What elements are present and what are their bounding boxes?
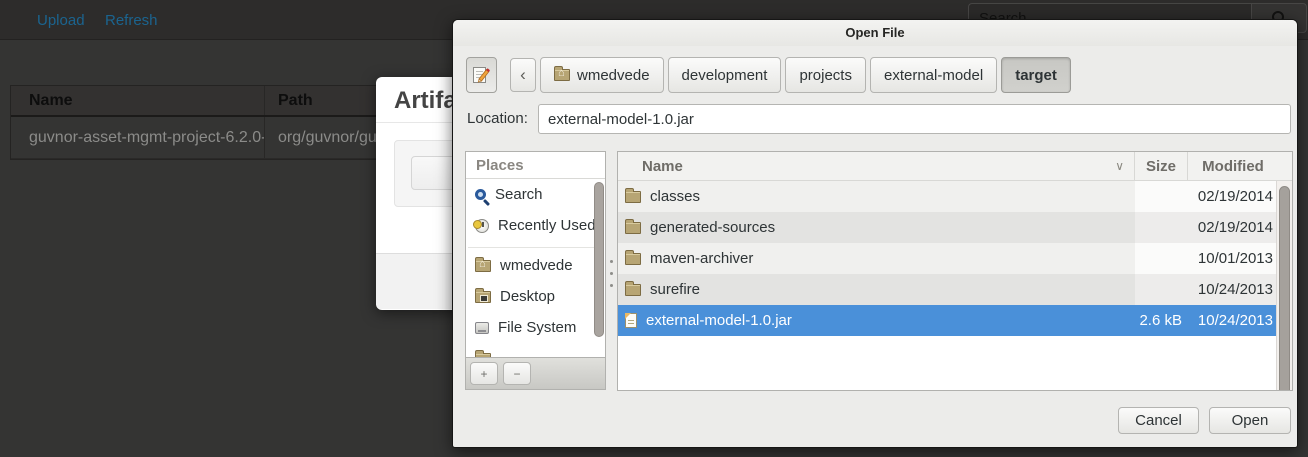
column-header-name[interactable]: Name bbox=[11, 86, 265, 115]
breadcrumb-wmedvede[interactable]: wmedvede bbox=[540, 57, 664, 93]
breadcrumb-label: target bbox=[1015, 67, 1057, 84]
breadcrumb-development[interactable]: development bbox=[668, 57, 782, 93]
drive-icon bbox=[475, 322, 489, 334]
column-header-name[interactable]: Name ∨ bbox=[618, 152, 1135, 181]
home-folder-icon bbox=[554, 69, 570, 81]
file-size: 2.6 kB bbox=[1135, 305, 1188, 336]
file-name: external-model-1.0.jar bbox=[646, 312, 792, 329]
folder-icon bbox=[475, 353, 491, 358]
place-label: Desktop bbox=[500, 288, 555, 305]
places-toolbar: + − bbox=[466, 357, 605, 389]
place-label: Search bbox=[495, 186, 543, 203]
place-item-recently-used[interactable]: Recently Used bbox=[466, 210, 605, 241]
breadcrumb-target[interactable]: target bbox=[1001, 57, 1071, 93]
place-item-search[interactable]: Search bbox=[466, 179, 605, 210]
home-folder-icon bbox=[475, 260, 491, 272]
file-list-header: Name ∨ Size Modified bbox=[618, 152, 1292, 181]
folder-icon bbox=[625, 284, 641, 296]
file-modified: 10/24/2013 bbox=[1188, 305, 1278, 336]
folder-icon bbox=[625, 253, 641, 265]
breadcrumb-label: projects bbox=[799, 67, 852, 84]
sort-chevron-icon: ∨ bbox=[1115, 152, 1124, 181]
header-filler bbox=[1278, 152, 1292, 181]
places-separator bbox=[468, 241, 603, 248]
breadcrumb-label: development bbox=[682, 67, 768, 84]
place-item-desktop[interactable]: Desktop bbox=[466, 281, 605, 312]
location-input[interactable] bbox=[538, 104, 1291, 134]
breadcrumb-projects[interactable]: projects bbox=[785, 57, 866, 93]
folder-icon bbox=[625, 191, 641, 203]
refresh-link[interactable]: Refresh bbox=[105, 12, 158, 29]
places-header: Places bbox=[466, 152, 605, 179]
column-header-size[interactable]: Size bbox=[1135, 152, 1188, 181]
column-label: Modified bbox=[1202, 158, 1264, 175]
artifact-name-cell: guvnor-asset-mgmt-project-6.2.0-2014… bbox=[11, 117, 265, 158]
search-icon bbox=[475, 189, 486, 200]
file-name: generated-sources bbox=[650, 219, 775, 236]
open-button[interactable]: Open bbox=[1209, 407, 1291, 434]
file-name: maven-archiver bbox=[650, 250, 753, 267]
pencil-note-icon bbox=[472, 65, 491, 85]
back-button[interactable]: ‹ bbox=[510, 58, 536, 92]
file-row-external-model-jar-selected[interactable]: external-model-1.0.jar 2.6 kB 10/24/2013 bbox=[618, 305, 1278, 336]
place-item-clipped[interactable] bbox=[466, 343, 605, 357]
location-label: Location: bbox=[467, 110, 528, 127]
places-list: Places Search Recently Used wmedvede Des… bbox=[466, 152, 605, 357]
desktop-folder-icon bbox=[475, 291, 491, 303]
column-label: Name bbox=[642, 158, 683, 175]
file-row-classes[interactable]: classes 02/19/2014 bbox=[618, 181, 1278, 212]
file-size bbox=[1135, 181, 1188, 212]
dialog-title: Open File bbox=[453, 20, 1297, 46]
file-list-pane: Name ∨ Size Modified classes 02/19/2014 bbox=[617, 151, 1293, 391]
place-item-wmedvede[interactable]: wmedvede bbox=[466, 250, 605, 281]
places-scrollbar[interactable] bbox=[594, 182, 604, 337]
folder-icon bbox=[625, 222, 641, 234]
breadcrumb-label: wmedvede bbox=[577, 67, 650, 84]
type-location-toggle-button[interactable] bbox=[466, 57, 497, 93]
file-row-generated-sources[interactable]: generated-sources 02/19/2014 bbox=[618, 212, 1278, 243]
column-label: Size bbox=[1146, 158, 1176, 175]
place-label: wmedvede bbox=[500, 257, 573, 274]
chevron-left-icon: ‹ bbox=[520, 65, 526, 85]
file-size bbox=[1135, 274, 1188, 305]
modal-title: Artifa bbox=[394, 87, 457, 114]
file-modified: 02/19/2014 bbox=[1188, 181, 1278, 212]
cancel-button[interactable]: Cancel bbox=[1118, 407, 1199, 434]
upload-link[interactable]: Upload bbox=[37, 12, 85, 29]
breadcrumb: wmedvede development projects external-m… bbox=[540, 57, 1071, 93]
file-row-surefire[interactable]: surefire 10/24/2013 bbox=[618, 274, 1278, 305]
breadcrumb-external-model[interactable]: external-model bbox=[870, 57, 997, 93]
place-label: Recently Used bbox=[498, 217, 596, 234]
file-modified: 10/01/2013 bbox=[1188, 243, 1278, 274]
open-file-dialog: Open File ‹ wmedvede development bbox=[452, 19, 1298, 448]
pane-resize-handle[interactable] bbox=[610, 260, 613, 296]
file-size bbox=[1135, 212, 1188, 243]
screen: Upload Refresh Name Path guvnor-asset-mg… bbox=[0, 0, 1308, 457]
file-name: surefire bbox=[650, 281, 700, 298]
file-modified: 10/24/2013 bbox=[1188, 274, 1278, 305]
file-row-maven-archiver[interactable]: maven-archiver 10/01/2013 bbox=[618, 243, 1278, 274]
place-item-file-system[interactable]: File System bbox=[466, 312, 605, 343]
file-size bbox=[1135, 243, 1188, 274]
file-list-scrollbar[interactable] bbox=[1279, 186, 1290, 391]
file-list-scrollbar-trough bbox=[1276, 181, 1292, 390]
add-place-button[interactable]: + bbox=[470, 362, 498, 385]
column-header-modified[interactable]: Modified bbox=[1188, 152, 1278, 181]
clock-icon bbox=[475, 219, 489, 233]
file-name: classes bbox=[650, 188, 700, 205]
places-pane: Places Search Recently Used wmedvede Des… bbox=[465, 151, 606, 390]
jar-file-icon bbox=[625, 313, 637, 328]
breadcrumb-label: external-model bbox=[884, 67, 983, 84]
remove-place-button[interactable]: − bbox=[503, 362, 531, 385]
file-modified: 02/19/2014 bbox=[1188, 212, 1278, 243]
place-label: File System bbox=[498, 319, 576, 336]
